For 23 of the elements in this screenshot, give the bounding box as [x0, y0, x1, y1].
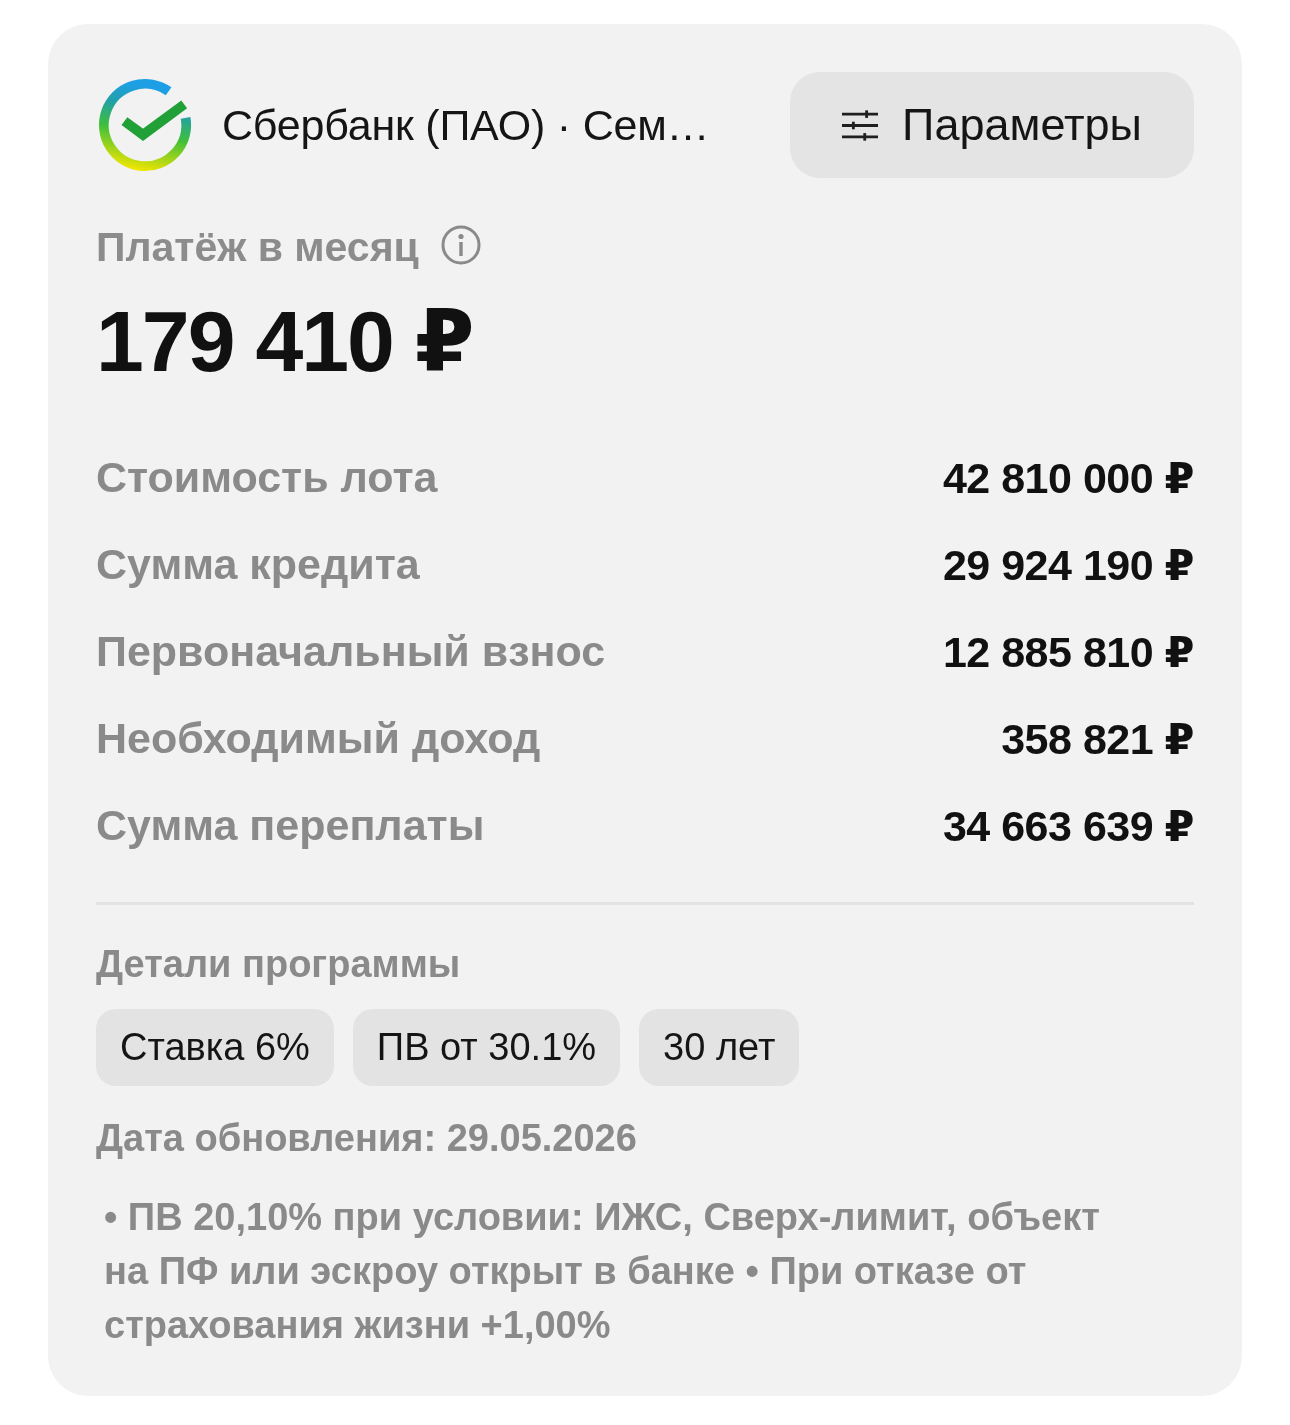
section-title: Детали программы	[96, 942, 461, 987]
detail-value: 42 810 000 ₽	[942, 452, 1194, 503]
detail-value: 358 821 ₽	[1001, 713, 1194, 764]
detail-value: 34 663 639 ₽	[942, 800, 1194, 851]
parameters-button[interactable]: Параметры	[790, 72, 1194, 178]
bank-name: Сбербанк (ПАО) · Сем…	[222, 100, 710, 150]
detail-label: Сумма переплаты	[96, 801, 485, 850]
logo-icon	[96, 76, 194, 174]
detail-label: Стоимость лота	[96, 453, 438, 502]
detail-label: Сумма кредита	[96, 540, 420, 589]
sliders-icon	[842, 109, 879, 141]
update-date: Дата обновления: 29.05.2026	[96, 1116, 637, 1161]
program-tag: ПВ от 30.1%	[352, 1009, 621, 1086]
info-icon[interactable]	[440, 225, 481, 265]
program-tag: Ставка 6%	[96, 1009, 334, 1086]
detail-label: Первоначальный взнос	[96, 627, 606, 676]
program-tag: 30 лет	[639, 1009, 800, 1086]
detail-label: Необходимый доход	[96, 714, 541, 763]
payment-label: Платёж в месяц	[96, 223, 419, 272]
detail-value: 29 924 190 ₽	[942, 539, 1194, 590]
payment-amount: 179 410 ₽	[96, 292, 473, 390]
program-note: • ПВ 20,10% при условии: ИЖС, Сверх-лимит, объект на ПФ или эскроу открыт в банке • При отказе от страхования жизни +1,00%	[103, 1195, 1101, 1348]
detail-value: 12 885 810 ₽	[942, 626, 1194, 677]
